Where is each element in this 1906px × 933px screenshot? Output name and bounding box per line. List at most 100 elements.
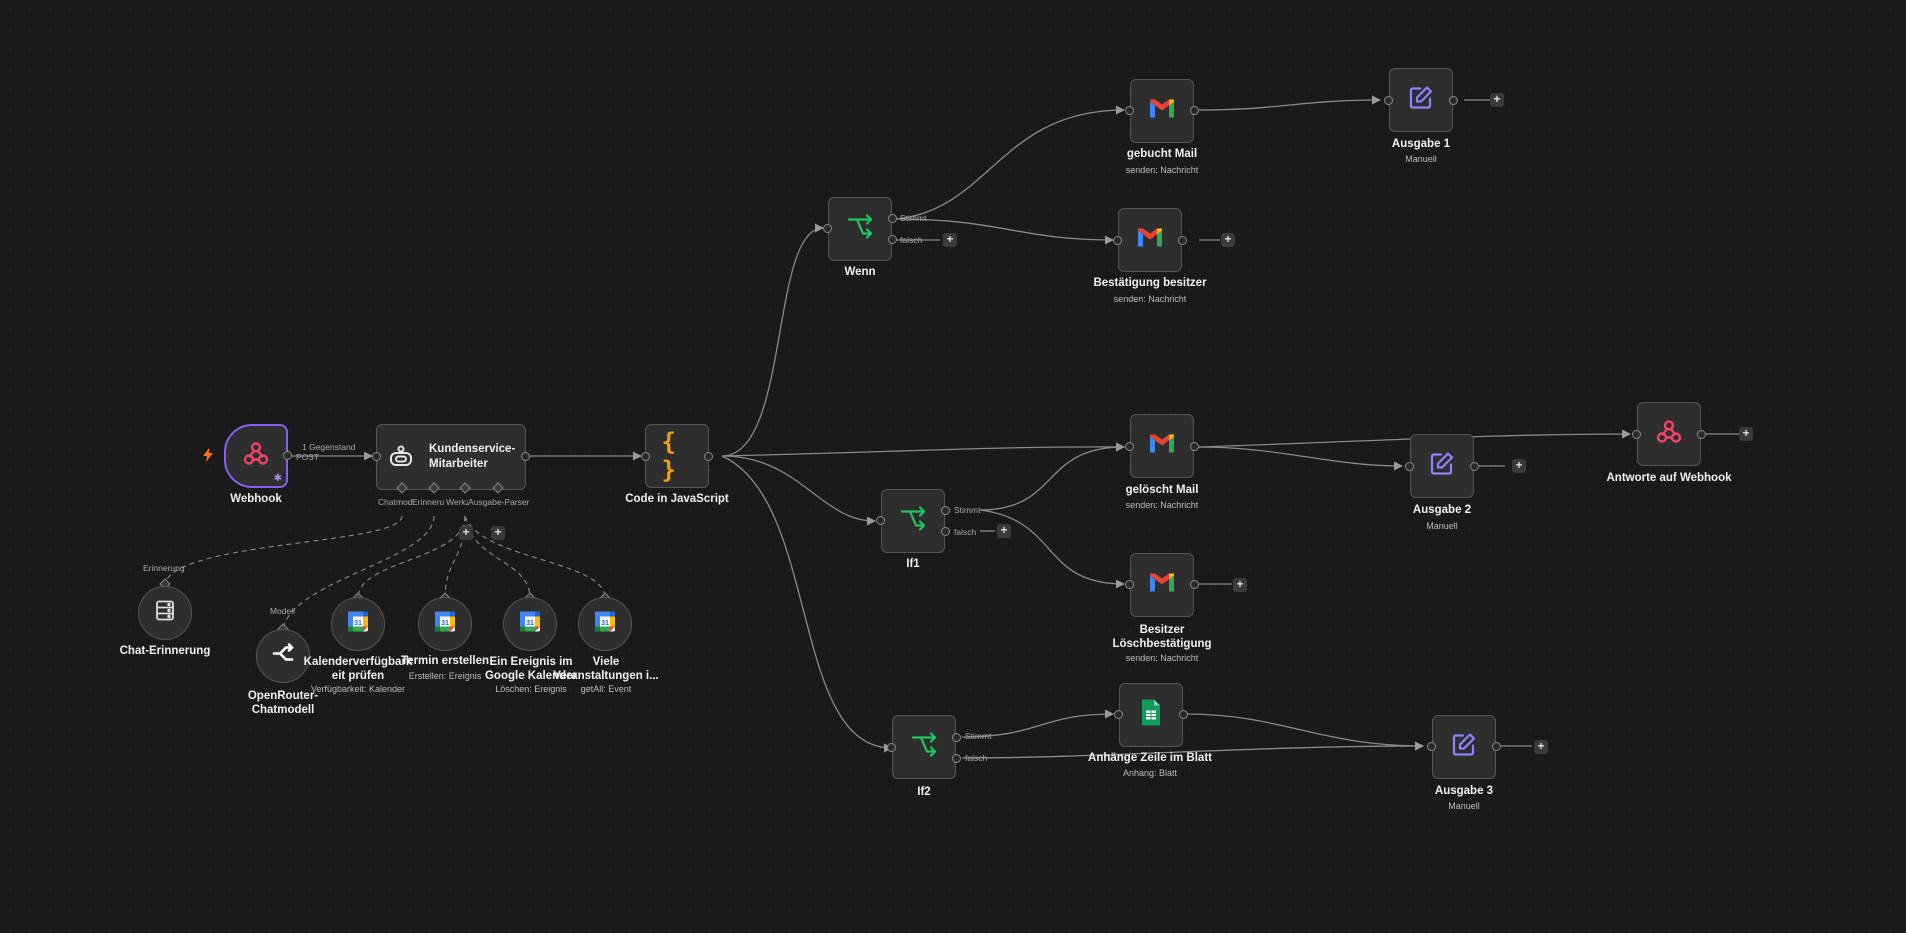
trigger-bolt-icon	[202, 448, 214, 467]
besitzer-loesch-node[interactable]	[1130, 553, 1194, 617]
chat-memory-port-label: Erinnerung	[143, 563, 185, 573]
agent-title-line2: Mitarbeiter	[429, 458, 488, 470]
gebucht-output-handle[interactable]	[1190, 106, 1199, 115]
sheets-node[interactable]	[1119, 683, 1183, 747]
cal4-node[interactable]: 31	[578, 597, 632, 651]
agent-port-label-memory: Erinnerung	[412, 497, 444, 507]
cal4-title-line1: Viele	[592, 656, 620, 668]
agent-node[interactable]: Kundenservice- Mitarbeiter	[376, 424, 526, 490]
ausgabe1-input-handle[interactable]	[1384, 96, 1393, 105]
cal2-node[interactable]: 31	[418, 597, 472, 651]
geloescht-mail-node[interactable]	[1130, 414, 1194, 478]
wenn-input-handle[interactable]	[823, 224, 832, 233]
antworte-title: Antworte auf Webhook	[1606, 472, 1732, 484]
geloescht-sub: senden: Nachricht	[1125, 500, 1199, 510]
if2-input-handle[interactable]	[887, 743, 896, 752]
ausgabe1-add-button[interactable]: +	[1490, 93, 1504, 107]
bestaetigung-input-handle[interactable]	[1113, 236, 1122, 245]
sheets-output-handle[interactable]	[1179, 710, 1188, 719]
ausgabe2-input-handle[interactable]	[1405, 462, 1414, 471]
webhook-node[interactable]: ✱	[224, 424, 288, 488]
antworte-output-handle[interactable]	[1697, 430, 1706, 439]
if2-false-label: falsch	[965, 753, 988, 763]
if1-false-add-button[interactable]: +	[997, 524, 1011, 538]
bestaetigung-output-handle[interactable]	[1178, 236, 1187, 245]
agent-title: Kundenservice- Mitarbeiter	[429, 442, 515, 472]
agent-add-parser-button[interactable]: +	[491, 526, 505, 540]
sheets-input-handle[interactable]	[1114, 710, 1123, 719]
cal1-node[interactable]: 31	[331, 597, 385, 651]
agent-output-handle[interactable]	[521, 452, 530, 461]
agent-input-handle[interactable]	[372, 452, 381, 461]
if2-node[interactable]	[892, 715, 956, 779]
ausgabe3-add-button[interactable]: +	[1534, 740, 1548, 754]
edit-pencil-icon	[1429, 451, 1455, 482]
cal4-sub: getAll: Event	[580, 684, 632, 694]
agent-port-label-model: Chatmodell	[378, 497, 412, 507]
if-branch-icon	[910, 732, 938, 763]
if1-node[interactable]	[881, 489, 945, 553]
ausgabe2-node[interactable]	[1410, 434, 1474, 498]
openrouter-icon	[271, 643, 295, 670]
gebucht-mail-node[interactable]	[1130, 79, 1194, 143]
ausgabe3-input-handle[interactable]	[1427, 742, 1436, 751]
gmail-icon	[1136, 227, 1164, 254]
cal3-node[interactable]: 31	[503, 597, 557, 651]
code-input-handle[interactable]	[641, 452, 650, 461]
ausgabe3-node[interactable]	[1432, 715, 1496, 779]
ausgabe1-title: Ausgabe 1	[1391, 138, 1451, 150]
ausgabe3-output-handle[interactable]	[1492, 742, 1501, 751]
if1-false-handle[interactable]	[941, 527, 950, 536]
gmail-icon	[1148, 572, 1176, 599]
google-calendar-icon: 31	[434, 611, 456, 638]
if2-false-handle[interactable]	[952, 754, 961, 763]
besitzer-title: Besitzer Löschbestätigung	[1077, 623, 1247, 651]
if-branch-icon	[846, 214, 874, 245]
webhook-test-icon: ✱	[273, 473, 282, 484]
bestaetigung-node[interactable]	[1118, 208, 1182, 272]
webhook-icon	[242, 440, 270, 473]
ausgabe2-add-button[interactable]: +	[1512, 459, 1526, 473]
agent-port-label-parser: Ausgabe-Parser	[468, 497, 530, 507]
ausgabe1-node[interactable]	[1389, 68, 1453, 132]
ausgabe1-output-handle[interactable]	[1449, 96, 1458, 105]
google-sheets-icon	[1140, 699, 1162, 732]
google-calendar-icon: 31	[519, 611, 541, 638]
code-node[interactable]: { }	[645, 424, 709, 488]
chat-memory-title: Chat-Erinnerung	[119, 645, 211, 657]
agent-title-line1: Kundenservice-	[429, 443, 516, 455]
ausgabe2-output-handle[interactable]	[1470, 462, 1479, 471]
if1-true-handle[interactable]	[941, 506, 950, 515]
chat-memory-node[interactable]	[138, 586, 192, 640]
bestaetigung-add-button[interactable]: +	[1221, 233, 1235, 247]
edge-method-label: POST	[296, 452, 320, 462]
code-output-handle[interactable]	[704, 452, 713, 461]
antworte-webhook-node[interactable]	[1637, 402, 1701, 466]
wenn-true-handle[interactable]	[888, 214, 897, 223]
besitzer-title-line2: Löschbestätigung	[1112, 638, 1212, 650]
gebucht-title: gebucht Mail	[1126, 148, 1198, 160]
cal4-title: Viele Veranstaltungen i...	[546, 655, 666, 683]
geloescht-input-handle[interactable]	[1125, 442, 1134, 451]
besitzer-add-button[interactable]: +	[1233, 578, 1247, 592]
svg-text:31: 31	[354, 620, 362, 627]
webhook-output-handle[interactable]	[283, 451, 292, 460]
wenn-false-add-button[interactable]: +	[943, 233, 957, 247]
geloescht-output-handle[interactable]	[1190, 442, 1199, 451]
gebucht-input-handle[interactable]	[1125, 106, 1134, 115]
besitzer-input-handle[interactable]	[1125, 580, 1134, 589]
wenn-false-label: falsch	[900, 235, 923, 245]
wenn-node[interactable]	[828, 197, 892, 261]
if1-input-handle[interactable]	[876, 516, 885, 525]
besitzer-output-handle[interactable]	[1190, 580, 1199, 589]
if2-title: If2	[917, 786, 931, 798]
agent-add-tool-button[interactable]: +	[459, 526, 473, 540]
wenn-false-handle[interactable]	[888, 235, 897, 244]
code-title: Code in JavaScript	[625, 493, 729, 505]
sheets-sub: Anhang: Blatt	[1122, 768, 1178, 778]
if1-true-label: Stimmt	[954, 505, 981, 515]
ausgabe1-sub: Manuell	[1405, 154, 1437, 164]
if2-true-handle[interactable]	[952, 733, 961, 742]
antworte-add-button[interactable]: +	[1739, 427, 1753, 441]
antworte-input-handle[interactable]	[1632, 430, 1641, 439]
